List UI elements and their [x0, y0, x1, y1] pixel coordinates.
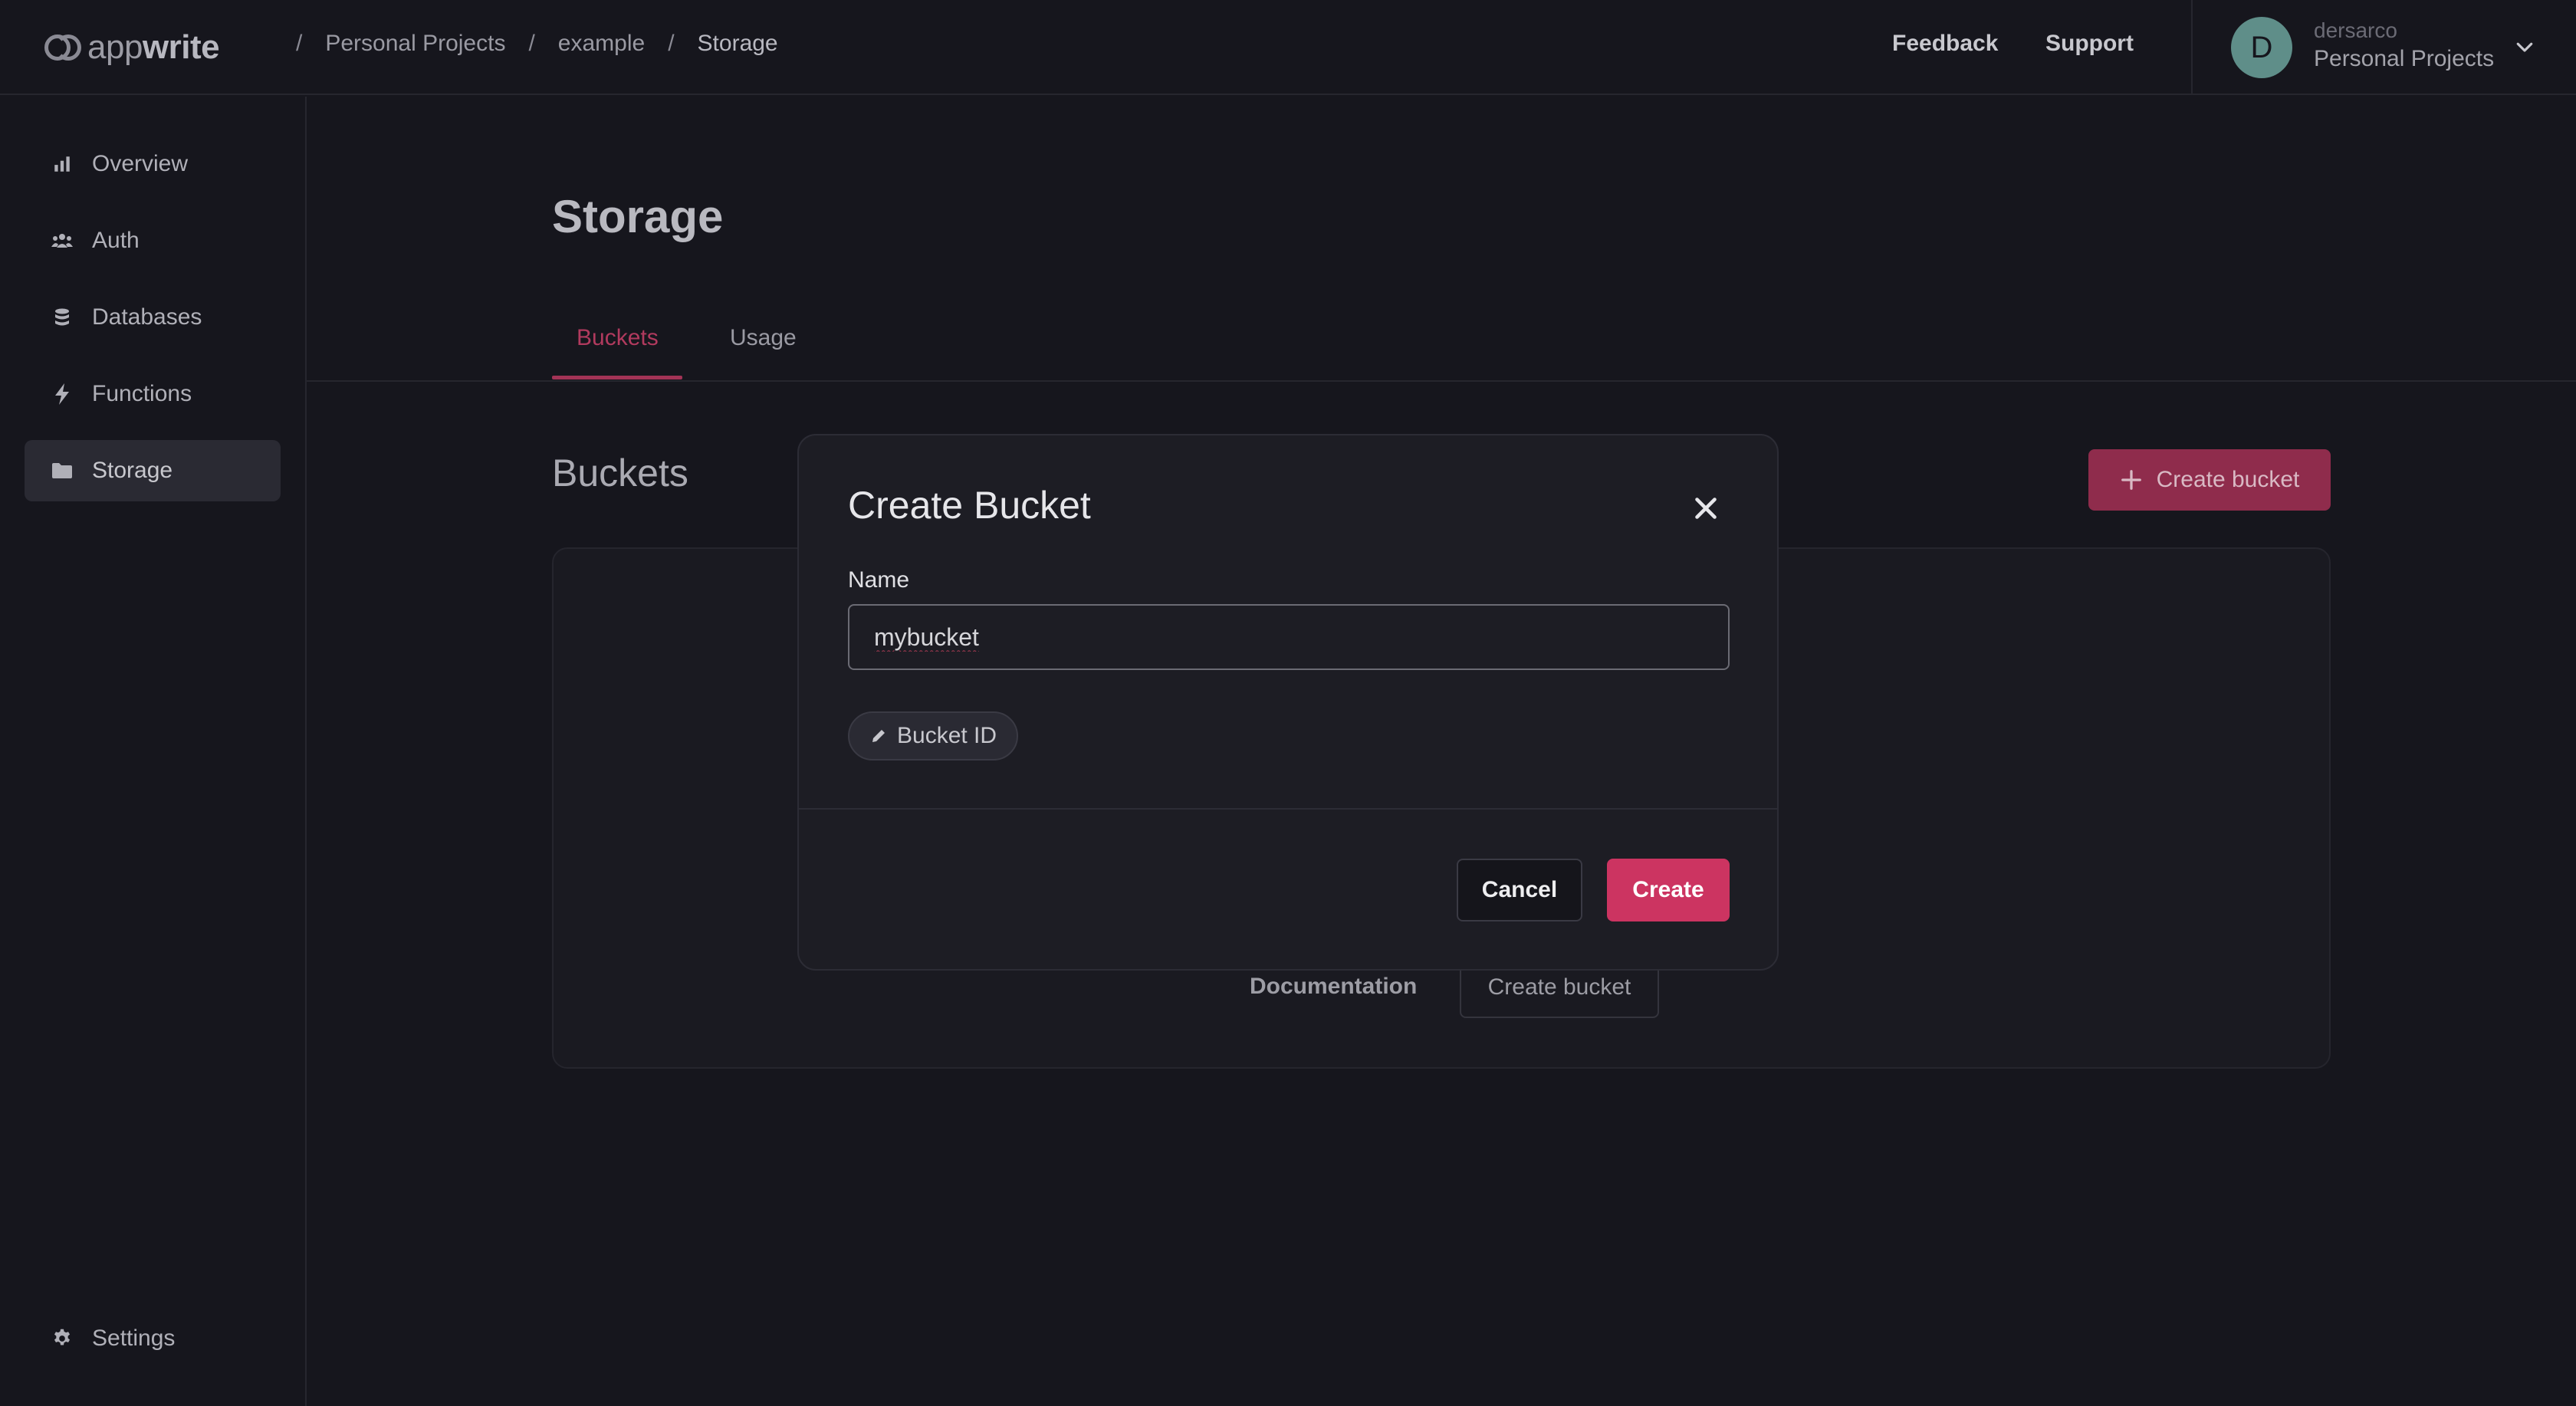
logo-text: appwrite: [87, 28, 220, 66]
user-name: dersarco: [2314, 18, 2397, 42]
name-field-label: Name: [848, 567, 910, 593]
gear-icon: [51, 1327, 74, 1350]
sidebar-item-label: Functions: [92, 381, 192, 406]
sidebar-item-overview[interactable]: Overview: [25, 133, 281, 195]
folder-icon: [51, 459, 74, 482]
users-icon: [51, 229, 74, 252]
header-divider: [2191, 0, 2193, 95]
sidebar: Overview Auth Databases Functions Storag…: [0, 97, 307, 1406]
breadcrumb-project[interactable]: example: [558, 31, 645, 57]
bar-chart-icon: [51, 153, 74, 176]
database-icon: [51, 306, 74, 329]
name-input[interactable]: [848, 604, 1730, 670]
top-header: appwrite / Personal Projects / example /…: [0, 0, 2576, 95]
documentation-link[interactable]: Documentation: [1250, 974, 1417, 1000]
chevron-down-icon[interactable]: [2513, 35, 2536, 58]
close-icon[interactable]: [1688, 491, 1723, 526]
lightning-icon: [51, 383, 74, 406]
feedback-button[interactable]: Feedback: [1892, 31, 1998, 57]
user-organization: Personal Projects: [2314, 46, 2495, 71]
tab-usage[interactable]: Usage: [730, 325, 797, 351]
appwrite-logo[interactable]: appwrite: [44, 28, 220, 67]
modal-footer-divider: [799, 808, 1777, 810]
appwrite-logo-icon: [44, 34, 83, 61]
avatar[interactable]: D: [2231, 17, 2292, 78]
cancel-button[interactable]: Cancel: [1457, 859, 1582, 921]
section-title: Buckets: [552, 452, 688, 494]
plus-icon: [2121, 470, 2141, 490]
breadcrumb: / Personal Projects / example / Storage: [273, 31, 778, 57]
support-button[interactable]: Support: [2045, 31, 2134, 57]
breadcrumb-separator: /: [668, 31, 675, 56]
sidebar-item-label: Storage: [92, 458, 173, 483]
breadcrumb-separator: /: [528, 31, 535, 56]
app-window: appwrite / Personal Projects / example /…: [0, 0, 2576, 1406]
breadcrumb-separator: /: [296, 31, 303, 56]
create-button[interactable]: Create: [1607, 859, 1730, 921]
breadcrumb-current: Storage: [697, 31, 778, 56]
sidebar-item-functions[interactable]: Functions: [25, 363, 281, 425]
sidebar-item-databases[interactable]: Databases: [25, 287, 281, 348]
sidebar-item-label: Settings: [92, 1326, 176, 1351]
bucket-id-chip-label: Bucket ID: [897, 723, 997, 748]
sidebar-item-label: Auth: [92, 228, 140, 253]
sidebar-item-auth[interactable]: Auth: [25, 210, 281, 271]
tab-buckets[interactable]: Buckets: [577, 325, 659, 351]
create-bucket-button-label: Create bucket: [2156, 467, 2300, 492]
sidebar-item-storage[interactable]: Storage: [25, 440, 281, 501]
sidebar-item-settings[interactable]: Settings: [25, 1308, 281, 1369]
create-bucket-button[interactable]: Create bucket: [2088, 449, 2331, 511]
pencil-icon: [872, 730, 885, 742]
sidebar-item-label: Overview: [92, 151, 189, 176]
active-tab-indicator: [552, 376, 682, 379]
create-bucket-modal: Create Bucket Name Bucket ID Cancel Crea…: [797, 434, 1779, 971]
sidebar-item-label: Databases: [92, 304, 202, 330]
page-title: Storage: [552, 191, 724, 242]
modal-title: Create Bucket: [848, 484, 1091, 527]
bucket-id-chip[interactable]: Bucket ID: [848, 711, 1019, 760]
breadcrumb-organization[interactable]: Personal Projects: [325, 31, 505, 57]
tabs-divider: [307, 380, 2576, 382]
